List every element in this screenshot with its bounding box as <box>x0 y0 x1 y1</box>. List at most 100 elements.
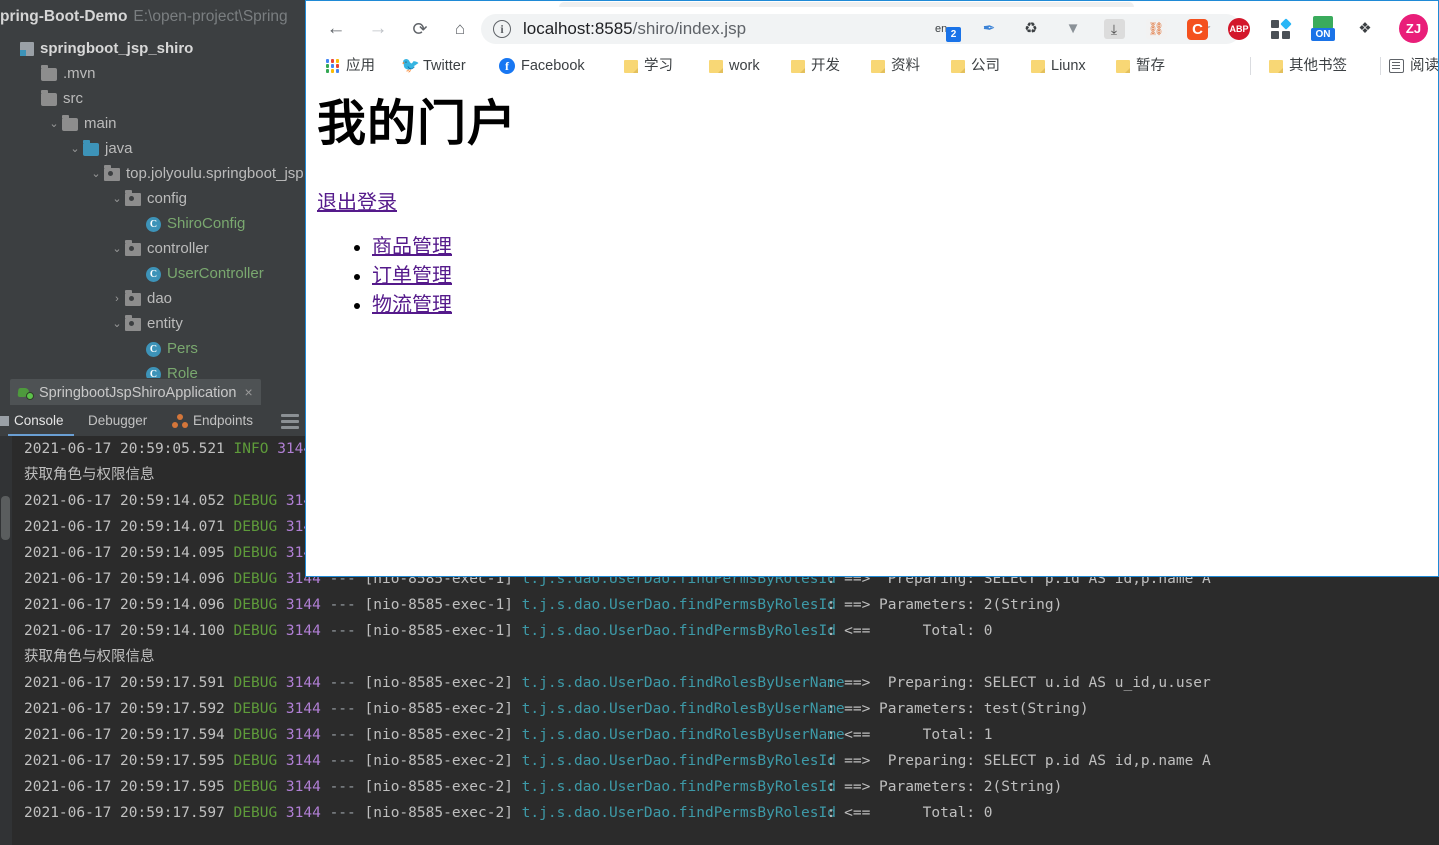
bookmark-其他书签[interactable]: 其他书签 <box>1269 55 1347 77</box>
close-icon[interactable]: × <box>245 384 253 400</box>
tree-item-java[interactable]: ⌄ java <box>0 136 305 161</box>
bookmark-公司[interactable]: 公司 <box>951 55 1000 77</box>
chevron-down-icon[interactable]: ⌄ <box>67 137 83 162</box>
back-icon[interactable]: ← <box>322 15 350 43</box>
bookmark-暂存[interactable]: 暂存 <box>1116 55 1165 77</box>
sitemap-extension[interactable]: ⛓ <box>1142 15 1170 43</box>
console-line: 2021-06-17 20:59:17.591 DEBUG 3144 --- [… <box>24 670 1439 696</box>
tab-debugger[interactable]: Debugger <box>88 406 147 436</box>
bookmark-应用[interactable]: 应用 <box>326 55 375 77</box>
log-logger: t.j.s.dao.UserDao.findRolesByUserName <box>521 727 845 743</box>
bookmark-label: 公司 <box>971 58 1000 74</box>
menu-link[interactable]: 订单管理 <box>372 265 452 287</box>
tab-console[interactable]: Console <box>14 406 64 436</box>
tree-item-role[interactable]: C Role <box>0 361 305 378</box>
log-thread: [nio-8585-exec-2] <box>364 779 513 795</box>
eyedropper-extension[interactable]: ✒ <box>975 15 1003 43</box>
tree-item-entity[interactable]: ⌄ entity <box>0 311 305 336</box>
bookmark-开发[interactable]: 开发 <box>791 55 840 77</box>
tree-item-springboot-jsp-shiro[interactable]: springboot_jsp_shiro <box>0 36 305 61</box>
tree-item-controller[interactable]: ⌄ controller <box>0 236 305 261</box>
tree-item-pers[interactable]: C Pers <box>0 336 305 361</box>
reload-icon[interactable]: ⟳ <box>406 15 434 43</box>
download-extension[interactable]: ⤓ <box>1100 15 1128 43</box>
log-timestamp: 2021-06-17 20:59:17.592 <box>24 701 225 717</box>
folder-icon <box>1116 59 1130 73</box>
log-level: DEBUG <box>233 597 278 613</box>
logout-link[interactable]: 退出登录 <box>317 186 397 215</box>
translate-extension[interactable]: en 2 <box>933 15 961 43</box>
tree-item-shiroconfig[interactable]: C ShiroConfig <box>0 211 305 236</box>
tree-item-usercontroller[interactable]: C UserController <box>0 261 305 286</box>
bookmark-资料[interactable]: 资料 <box>871 55 920 77</box>
c-extension[interactable]: C <box>1183 15 1211 43</box>
menu-link[interactable]: 商品管理 <box>372 236 452 258</box>
log-level: DEBUG <box>233 727 278 743</box>
adblock-plus-extension[interactable]: ABP <box>1225 15 1253 43</box>
vue-devtools-extension[interactable]: ▼ <box>1059 15 1087 43</box>
run-tab-springboot-application[interactable]: SpringbootJspShiroApplication × <box>10 379 261 405</box>
log-logger: t.j.s.dao.UserDao.findPermsByRolesId <box>521 753 836 769</box>
eyedropper-glyph: ✒ <box>982 20 996 37</box>
tree-item-src[interactable]: src <box>0 86 305 111</box>
chevron-down-icon[interactable]: ⌄ <box>46 112 62 137</box>
home-icon[interactable]: ⌂ <box>446 15 474 43</box>
facebook-icon: f <box>499 58 515 75</box>
bookmark-Liunx[interactable]: Liunx <box>1031 55 1086 77</box>
stop-button[interactable] <box>0 416 9 426</box>
translate-badge: 2 <box>946 27 961 42</box>
tab-endpoints[interactable]: Endpoints <box>172 406 253 436</box>
puzzle-extension[interactable]: ❖ <box>1351 15 1379 43</box>
chevron-down-icon[interactable]: ⌄ <box>109 187 125 212</box>
bookmark-Facebook[interactable]: f Facebook <box>499 55 585 77</box>
tree-item-dao[interactable]: › dao <box>0 286 305 311</box>
console-line: 2021-06-17 20:59:17.595 DEBUG 3144 --- [… <box>24 774 1439 800</box>
chevron-down-icon[interactable]: ⌄ <box>88 162 104 187</box>
site-info-icon[interactable]: i <box>493 20 511 38</box>
project-tool-window: pring-Boot-Demo E:\open-project\Spring sp… <box>0 0 305 378</box>
console-line: 2021-06-17 20:59:17.592 DEBUG 3144 --- [… <box>24 696 1439 722</box>
console-scrollbar-thumb[interactable] <box>1 496 10 540</box>
tree-item--mvn[interactable]: .mvn <box>0 61 305 86</box>
log-message: : <== Total: 0 <box>826 805 993 821</box>
log-timestamp: 2021-06-17 20:59:17.591 <box>24 675 225 691</box>
grid-extension[interactable] <box>1267 15 1295 43</box>
vue-devtools-glyph: ▼ <box>1065 20 1081 37</box>
bookmark-Twitter[interactable]: 🐦 Twitter <box>401 55 466 77</box>
chevron-right-icon[interactable]: › <box>109 287 125 312</box>
url-path: /shiro/index.jsp <box>632 19 747 38</box>
recycle-extension[interactable]: ♻ <box>1017 15 1045 43</box>
bookmark-学习[interactable]: 学习 <box>624 55 673 77</box>
tree-item-label: config <box>147 190 188 207</box>
bookmark-label: 开发 <box>811 58 840 74</box>
log-separator: --- <box>329 597 356 613</box>
menu-link[interactable]: 物流管理 <box>372 294 452 316</box>
chevron-down-icon[interactable]: ⌄ <box>109 237 125 262</box>
browser-toolbar: ← → ⟳ ⌂ i localhost:8585/shiro/index.jsp… <box>306 7 1438 49</box>
log-timestamp: 2021-06-17 20:59:17.597 <box>24 805 225 821</box>
on-toggle-extension[interactable]: ON <box>1309 15 1337 43</box>
log-pid: 3144 <box>285 779 321 795</box>
tree-item-label: controller <box>147 240 209 257</box>
project-tree[interactable]: springboot_jsp_shiro .mvn src ⌄ main ⌄ java ⌄… <box>0 36 305 378</box>
log-message: : ==> Parameters: 2(String) <box>826 779 1063 795</box>
grid-sq4 <box>1282 31 1290 39</box>
tree-item-top-jolyoulu-springboot-jsp[interactable]: ⌄ top.jolyoulu.springboot_jsp <box>0 161 305 186</box>
tree-item-main[interactable]: ⌄ main <box>0 111 305 136</box>
apps-grid-icon <box>326 59 340 73</box>
grid-sq3 <box>1271 31 1279 39</box>
bookmark-work[interactable]: work <box>709 55 760 77</box>
log-message: : <== Total: 0 <box>826 623 993 639</box>
tree-item-config[interactable]: ⌄ config <box>0 186 305 211</box>
log-logger: t.j.s.dao.UserDao.findPermsByRolesId <box>521 623 836 639</box>
forward-icon[interactable]: → <box>364 15 392 43</box>
avatar[interactable]: ZJ <box>1399 14 1428 43</box>
folder-icon <box>871 59 885 73</box>
folder-icon <box>1031 59 1045 73</box>
run-options-icon[interactable] <box>281 414 299 429</box>
chevron-down-icon[interactable]: ⌄ <box>109 312 125 337</box>
bookmark-label: 学习 <box>644 58 673 74</box>
bookmark-阅读[interactable]: 阅读 <box>1389 55 1438 77</box>
bookmarks-separator <box>1380 57 1381 75</box>
